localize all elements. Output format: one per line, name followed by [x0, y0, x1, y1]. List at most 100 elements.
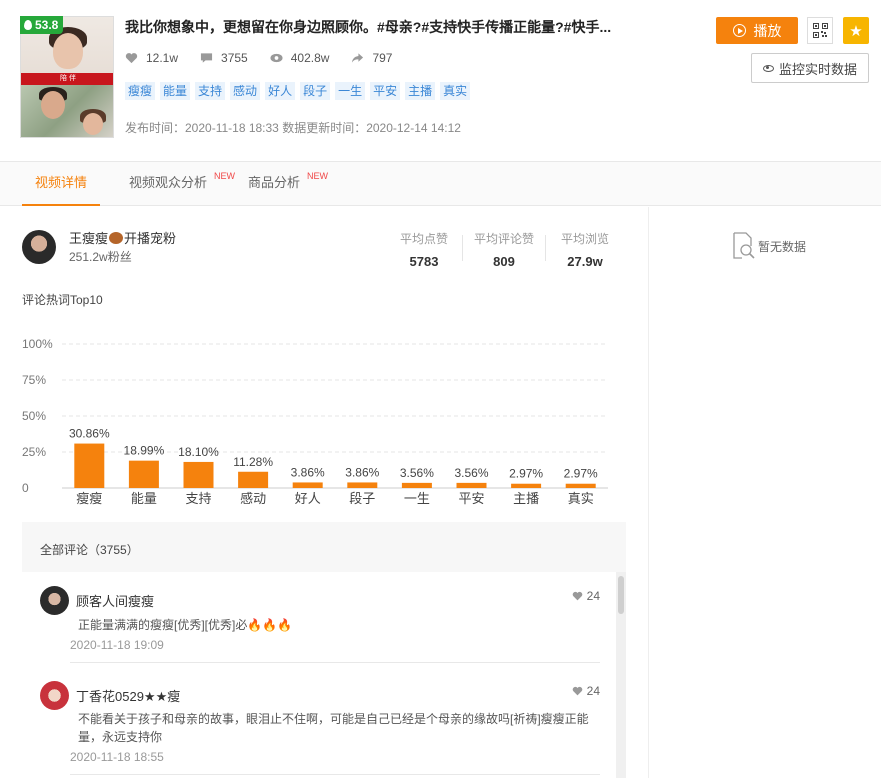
- comment-item: 顾客人间瘦瘦 24 正能量满满的瘦瘦[优秀][优秀]必🔥🔥🔥 2020-11-1…: [40, 586, 600, 656]
- comment-likes[interactable]: 24: [572, 684, 600, 698]
- eye-icon: [270, 53, 283, 63]
- bar: [456, 482, 487, 488]
- video-stats: 12.1w 3755 402.8w 797: [125, 51, 414, 65]
- comment-likes[interactable]: 24: [572, 589, 600, 603]
- stat-divider: [462, 235, 463, 261]
- comments-header: 全部评论（3755）: [22, 522, 626, 572]
- bar: [401, 482, 432, 488]
- play-icon: [732, 24, 746, 37]
- data-label: 3.86%: [291, 465, 325, 479]
- panel-divider: [648, 207, 649, 778]
- data-label: 2.97%: [509, 467, 543, 481]
- x-tick-label: 瘦瘦: [76, 491, 102, 506]
- tag[interactable]: 真实: [440, 82, 471, 100]
- comment-text: 正能量满满的瘦瘦[优秀][优秀]必🔥🔥🔥: [78, 618, 293, 632]
- tag[interactable]: 平安: [370, 82, 401, 100]
- data-label: 11.28%: [233, 455, 273, 469]
- comment-item: 丁香花0529★★瘦 24 不能看关于孩子和母亲的故事，眼泪止不住啊，可能是自己…: [40, 681, 600, 771]
- comment-divider: [70, 662, 600, 663]
- bar: [183, 461, 214, 488]
- monitor-realtime-button[interactable]: 监控实时数据: [751, 53, 869, 83]
- bar: [128, 460, 159, 488]
- bar: [565, 483, 596, 488]
- flame-icon: [24, 20, 32, 30]
- tag[interactable]: 能量: [160, 82, 191, 100]
- comment-divider: [70, 774, 600, 775]
- y-tick-label: 0: [22, 481, 29, 495]
- tab-bar: 视频详情 视频观众分析 NEW 商品分析 NEW: [0, 162, 881, 206]
- tag[interactable]: 主播: [405, 82, 436, 100]
- share-icon: [352, 53, 364, 63]
- chart-title: 评论热词Top10: [22, 293, 103, 307]
- comment-icon: [200, 53, 213, 63]
- shares-stat: 797: [351, 51, 392, 65]
- comment-author[interactable]: 顾客人间瘦瘦: [76, 591, 154, 610]
- bar: [347, 482, 378, 488]
- comment-text: 不能看关于孩子和母亲的故事，眼泪止不住啊，可能是自己已经是个母亲的缘故吗[祈祷]…: [78, 712, 589, 744]
- x-tick-label: 能量: [131, 491, 157, 506]
- new-badge: NEW: [214, 171, 236, 181]
- bar: [238, 471, 269, 488]
- comments-stat: 3755: [200, 51, 248, 65]
- score-badge: 53.8: [20, 16, 64, 34]
- y-tick-label: 50%: [22, 409, 46, 423]
- x-tick-label: 主播: [513, 491, 539, 506]
- thumbnail-caption: 陪 伴: [21, 73, 113, 85]
- tag[interactable]: 好人: [265, 82, 296, 100]
- tag[interactable]: 支持: [195, 82, 226, 100]
- avatar[interactable]: [40, 681, 69, 710]
- bear-icon: [109, 232, 124, 244]
- bar: [511, 483, 542, 488]
- data-label: 18.10%: [178, 445, 219, 459]
- video-thumbnail[interactable]: 陪 伴: [20, 16, 114, 138]
- avg-likes: 平均点赞 5783: [399, 232, 448, 269]
- x-tick-label: 支持: [185, 491, 211, 506]
- y-tick-label: 25%: [22, 445, 46, 459]
- comment-time: 2020-11-18 19:09: [70, 638, 164, 652]
- author-avatar[interactable]: [22, 230, 56, 264]
- author-fans: 251.2w粉丝: [69, 250, 132, 264]
- star-icon: ★: [849, 22, 863, 40]
- play-button[interactable]: 播放: [716, 17, 798, 44]
- search-document-icon: [733, 232, 755, 259]
- new-badge: NEW: [307, 171, 329, 181]
- x-tick-label: 平安: [458, 491, 484, 506]
- bar: [74, 443, 105, 488]
- author-name[interactable]: 王瘦瘦 开播宠粉: [69, 228, 176, 247]
- data-label: 3.56%: [400, 466, 434, 480]
- x-tick-label: 段子: [349, 491, 375, 506]
- comments-list: 顾客人间瘦瘦 24 正能量满满的瘦瘦[优秀][优秀]必🔥🔥🔥 2020-11-1…: [22, 572, 616, 778]
- tag[interactable]: 感动: [230, 82, 261, 100]
- avatar[interactable]: [40, 586, 69, 615]
- data-label: 18.99%: [124, 444, 165, 458]
- tag[interactable]: 段子: [300, 82, 331, 100]
- hotword-bar-chart: 0 25% 50% 75% 100% 30.86% 瘦瘦 18.99% 能量 18.10% 支持 11…: [22, 337, 608, 506]
- views-stat: 402.8w: [270, 51, 329, 65]
- tag[interactable]: 瘦瘦: [125, 82, 156, 100]
- data-label: 30.86%: [69, 427, 110, 441]
- tab-product-analysis[interactable]: 商品分析 NEW: [248, 162, 328, 206]
- avg-comment-likes: 平均评论赞 809: [473, 232, 534, 269]
- tag[interactable]: 一生: [335, 82, 366, 100]
- likes-stat: 12.1w: [125, 51, 178, 65]
- y-tick-label: 100%: [22, 337, 53, 351]
- favorite-button[interactable]: ★: [843, 17, 869, 44]
- heart-icon: [572, 686, 582, 696]
- stat-divider: [545, 235, 546, 261]
- x-tick-label: 真实: [568, 491, 594, 506]
- tab-audience-analysis[interactable]: 视频观众分析 NEW: [129, 162, 235, 206]
- heart-icon: [572, 591, 582, 601]
- comment-time: 2020-11-18 18:55: [70, 750, 164, 764]
- avg-views: 平均浏览 27.9w: [560, 232, 609, 269]
- x-tick-label: 一生: [404, 491, 430, 506]
- comment-author[interactable]: 丁香花0529★★瘦: [76, 686, 180, 705]
- data-label: 3.86%: [345, 465, 379, 479]
- empty-state: 暂无数据: [732, 232, 806, 260]
- scrollbar-thumb[interactable]: [618, 576, 624, 614]
- qrcode-button[interactable]: [807, 17, 833, 44]
- publish-time: 发布时间：2020-11-18 18:33 数据更新时间：2020-12-14 …: [125, 121, 461, 135]
- video-title[interactable]: 我比你想象中，更想留在你身边照顾你。#母亲?#支持快手传播正能量?#快手...: [125, 17, 645, 37]
- tab-video-detail[interactable]: 视频详情: [22, 162, 100, 206]
- qrcode-icon: [812, 23, 828, 38]
- y-tick-label: 75%: [22, 373, 46, 387]
